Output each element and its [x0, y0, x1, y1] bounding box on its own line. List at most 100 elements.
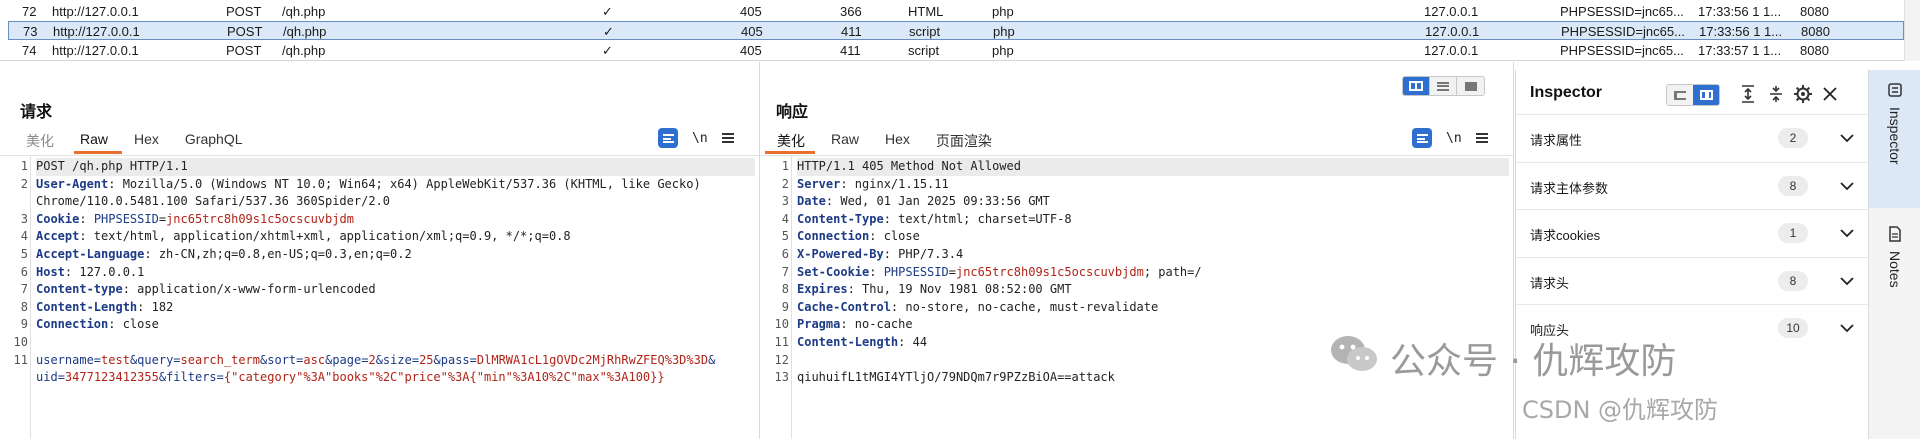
code-token: & — [433, 352, 441, 367]
code-token: : — [79, 211, 94, 226]
tabbed-view-button[interactable] — [1457, 77, 1484, 95]
code-token: Cache-Control — [797, 299, 891, 314]
inspector-section[interactable]: 请求cookies 1 — [1516, 209, 1868, 256]
history-row[interactable]: 73 http://127.0.0.1 POST/qh.php ✓ 405 411 scri… — [8, 21, 1904, 40]
time-cell: 17:33:56 1 1... — [1698, 4, 1782, 19]
panel-layout-button[interactable] — [1693, 85, 1719, 105]
side-tab-notes[interactable]: Notes — [1869, 220, 1920, 340]
chevron-down-icon[interactable] — [1840, 179, 1854, 194]
code-token: Pragma — [797, 317, 841, 332]
cookies-cell: PHPSESSID=jnc65... — [1560, 4, 1684, 19]
collapse-all-icon[interactable] — [1766, 84, 1786, 104]
code-token: & — [708, 352, 716, 367]
chevron-down-icon[interactable] — [1840, 226, 1854, 241]
chevron-down-icon[interactable] — [1840, 274, 1854, 289]
split-horizontal-button[interactable] — [1403, 77, 1430, 95]
length-cell: 411 — [840, 43, 861, 58]
code-line: Connection: close — [36, 316, 755, 334]
code-token: Content-Length — [36, 299, 138, 314]
close-icon[interactable] — [1820, 84, 1840, 104]
newline-toggle[interactable]: \n — [692, 131, 708, 146]
code-token: : PHP/7.3.4 — [883, 247, 964, 261]
expand-all-icon[interactable] — [1738, 84, 1758, 104]
code-token: jnc65trc8h09s1c5ocscuvbjdm — [166, 211, 354, 226]
pretty-print-button[interactable] — [1412, 128, 1432, 148]
line-number: 8 — [20, 299, 28, 314]
url-cell: /qh.php — [282, 43, 326, 58]
request-title: 请求 — [20, 104, 53, 121]
code-token: Content-Type — [797, 211, 884, 226]
line-number-gutter: 1 2 3 4 5 6 7 8 9 10 11 12 13 — [761, 156, 792, 439]
status-cell: 405 — [740, 4, 762, 19]
method-cell: POST — [227, 24, 263, 39]
params-check-icon: ✓ — [602, 4, 613, 19]
code-token: HTTP/1.1 405 Method Not Allowed — [797, 159, 1021, 173]
response-editor[interactable]: 1 2 3 4 5 6 7 8 9 10 11 12 13 HTTP/1.1 405 Method No… — [761, 155, 1513, 439]
hamburger-menu-icon[interactable] — [1475, 133, 1488, 143]
code-token: test — [101, 352, 130, 367]
time-cell: 17:33:56 1 1... — [1699, 24, 1783, 39]
tab-美化[interactable]: 美化 — [765, 128, 825, 154]
history-row[interactable]: 72 http://127.0.0.1 POST/qh.php ✓ 405 366 HTML… — [8, 2, 1904, 21]
history-row[interactable]: 74 http://127.0.0.1 POST/qh.php ✓ 405 411 scri… — [8, 41, 1904, 60]
code-token: User-Agent — [36, 176, 109, 191]
tab-raw[interactable]: Raw — [74, 128, 128, 154]
code-line: Content-Type: text/html; charset=UTF-8 — [797, 211, 1509, 229]
code-line: POST /qh.php HTTP/1.1 — [36, 158, 755, 176]
code-token: : 182 — [137, 299, 174, 314]
code-token: search_term — [180, 352, 261, 367]
tab-graphql[interactable]: GraphQL — [179, 128, 263, 152]
status-cell: 405 — [741, 24, 763, 39]
tab-页面渲染[interactable]: 页面渲染 — [930, 128, 1012, 152]
code-line: Chrome/110.0.5481.100 Safari/537.36 360S… — [36, 193, 755, 211]
host-cell: http://127.0.0.1 — [52, 4, 139, 19]
inspector-section-label: 请求头 — [1530, 275, 1570, 291]
tab-hex[interactable]: Hex — [879, 128, 930, 152]
count-badge: 8 — [1778, 270, 1808, 291]
hamburger-menu-icon[interactable] — [721, 133, 734, 143]
line-number: 3 — [781, 194, 789, 209]
mime-cell: script — [908, 43, 940, 58]
inspector-section[interactable]: 请求属性 2 — [1516, 114, 1868, 161]
request-editor[interactable]: 1 2 3 4 5 6 7 8 9 10 11 POST /qh.php HTTP/1.1 User-… — [0, 155, 759, 439]
history-scrollbar[interactable] — [1904, 0, 1920, 61]
code-line: Content-type: application/x-www-form-url… — [36, 281, 755, 299]
side-tab-label: Notes — [1887, 251, 1903, 288]
tab-hex[interactable]: Hex — [128, 128, 179, 152]
inspector-section[interactable]: 请求主体参数 8 — [1516, 161, 1868, 209]
status-cell: 405 — [740, 43, 762, 58]
inspector-section-label: 请求主体参数 — [1530, 180, 1609, 196]
chevron-down-icon[interactable] — [1840, 321, 1854, 336]
code-token: : 44 — [898, 335, 928, 349]
gear-icon[interactable] — [1793, 84, 1813, 104]
split-vertical-button[interactable] — [1430, 77, 1457, 95]
code-token: sort — [267, 352, 297, 367]
time-cell: 17:33:57 1 1... — [1698, 43, 1782, 58]
code-token: = — [216, 370, 224, 385]
chevron-down-icon[interactable] — [1840, 131, 1854, 146]
watermark-csdn: CSDN @仇辉攻防 — [1522, 396, 1719, 424]
side-tab-inspector[interactable]: Inspector — [1869, 70, 1920, 208]
inspector-title: Inspector — [1530, 84, 1603, 101]
newline-toggle[interactable]: \n — [1446, 131, 1462, 146]
inspector-section[interactable]: 请求头 8 — [1516, 256, 1868, 304]
side-tab-bar: Inspector Notes — [1868, 70, 1920, 439]
code-line: Server: nginx/1.15.11 — [797, 176, 1509, 194]
code-token: uid — [36, 370, 58, 385]
code-token: = — [158, 211, 167, 226]
code-token: : close — [869, 229, 920, 244]
pretty-print-button[interactable] — [658, 128, 678, 148]
cookies-cell: PHPSESSID=jnc65... — [1561, 24, 1685, 39]
line-number: 4 — [781, 211, 789, 226]
tab-美化[interactable]: 美化 — [20, 128, 74, 152]
line-number: 6 — [20, 264, 28, 279]
code-token: Server — [797, 176, 841, 191]
side-tab-label: Inspector — [1887, 107, 1903, 165]
list-layout-button[interactable] — [1667, 85, 1693, 105]
line-number: 6 — [781, 247, 789, 261]
panel-icon — [1699, 90, 1713, 100]
code-token: Cookie — [36, 211, 80, 226]
tab-raw[interactable]: Raw — [825, 128, 879, 152]
code-token: pass — [440, 352, 470, 367]
